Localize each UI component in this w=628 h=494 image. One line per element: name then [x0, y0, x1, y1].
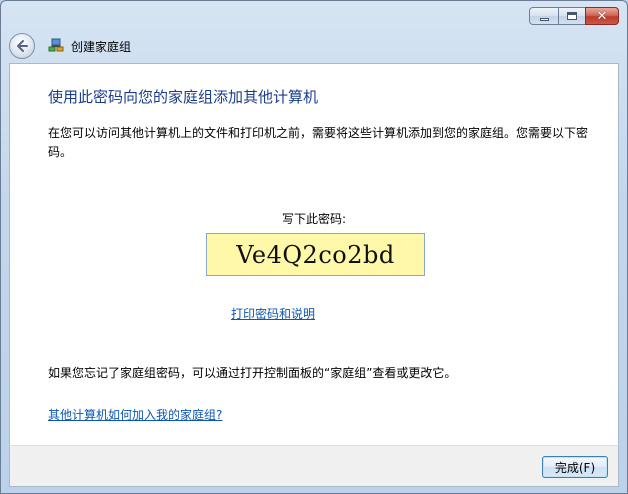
- how-to-join-link[interactable]: 其他计算机如何加入我的家庭组?: [48, 406, 222, 423]
- forgot-password-text: 如果您忘记了家庭组密码，可以通过打开控制面板的“家庭组”查看或更改它。: [48, 366, 457, 380]
- minimize-icon: [539, 17, 549, 21]
- wizard-footer: 完成(F): [9, 445, 619, 487]
- back-button[interactable]: [9, 33, 35, 59]
- navigation-bar: 创建家庭组: [9, 31, 131, 61]
- print-password-link[interactable]: 打印密码和说明: [231, 305, 315, 322]
- close-icon: ✕: [596, 8, 608, 24]
- homegroup-network-icon: [47, 37, 65, 55]
- maximize-icon: [567, 12, 577, 20]
- caption-buttons: ✕: [529, 7, 619, 25]
- homegroup-wizard-window: ✕ 创建家庭组 使用此密码向您的家庭组添加其他计算机 在您可以访问其他计算机上的…: [0, 0, 628, 494]
- back-arrow-icon: [17, 40, 28, 52]
- maximize-button[interactable]: [558, 7, 586, 25]
- minimize-button[interactable]: [529, 7, 559, 25]
- page-description: 在您可以访问其他计算机上的文件和打印机之前，需要将这些计算机添加到您的家庭组。您…: [48, 126, 589, 159]
- close-button[interactable]: ✕: [585, 7, 619, 25]
- password-display: Ve4Q2co2bd: [206, 233, 425, 276]
- page-heading: 使用此密码向您的家庭组添加其他计算机: [48, 88, 319, 106]
- finish-button[interactable]: 完成(F): [542, 456, 608, 478]
- content-panel: 使用此密码向您的家庭组添加其他计算机 在您可以访问其他计算机上的文件和打印机之前…: [9, 63, 619, 445]
- window-title: 创建家庭组: [71, 39, 132, 54]
- password-label: 写下此密码:: [281, 212, 347, 226]
